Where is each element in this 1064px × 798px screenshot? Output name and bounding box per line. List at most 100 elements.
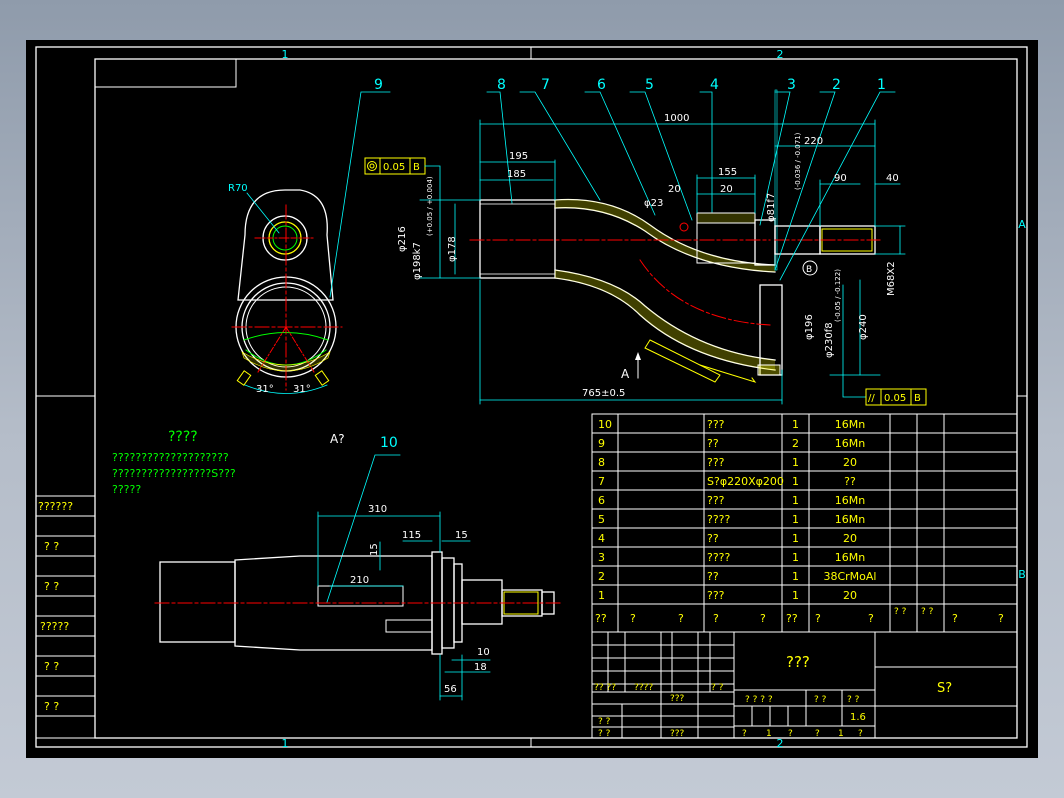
- svg-text:??: ??: [595, 612, 607, 625]
- dimension-text: φ81f7: [766, 193, 777, 222]
- bom-cell-no: 3: [598, 551, 605, 564]
- bom-header: ?? ? ? ? ? ?? ? ? ? ? ? ? ? ?: [595, 607, 1004, 625]
- bom-cell-no: 1: [598, 589, 605, 602]
- svg-text:?: ?: [630, 612, 636, 625]
- dimension-text: 1000: [664, 113, 689, 124]
- bom-cell-no: 8: [598, 456, 605, 469]
- dimension-text: 765±0.5: [582, 388, 625, 399]
- dimension-text: (+0.05 / +0.004): [426, 176, 434, 236]
- strip-cell: ? ?: [44, 660, 59, 673]
- dimension-text: φ216: [397, 226, 408, 252]
- svg-text:? ?: ? ?: [847, 695, 860, 705]
- bom-cell-material: 20: [843, 456, 857, 469]
- dimension-text: 310: [368, 504, 387, 515]
- strip-cell: ? ?: [44, 540, 59, 553]
- svg-text:?: ?: [858, 729, 863, 739]
- scale-value: 1.6: [850, 712, 866, 723]
- corner-box: [94, 58, 237, 88]
- bom-cell-material: 20: [843, 532, 857, 545]
- angle-dimension: 31°: [256, 384, 274, 395]
- cad-drawing-viewport[interactable]: 1 2 1 2 A B ?????? ? ? ? ? ????? ? ? ? ?: [26, 40, 1038, 758]
- dimension-text: 220: [804, 136, 823, 147]
- svg-text:?: ?: [998, 612, 1004, 625]
- svg-text:?: ?: [952, 612, 958, 625]
- svg-text:??: ??: [786, 612, 798, 625]
- bom-cell-no: 4: [598, 532, 605, 545]
- balloon-4: 4: [710, 77, 719, 93]
- svg-text:???: ???: [670, 729, 685, 739]
- svg-text:?: ?: [742, 729, 747, 739]
- svg-text:?: ?: [815, 729, 820, 739]
- dimension-text: φ240: [858, 314, 869, 340]
- zone-label: 2: [777, 48, 784, 61]
- main-section-view[interactable]: B A: [469, 89, 881, 383]
- svg-text:B: B: [413, 162, 420, 173]
- bom-cell-qty: 2: [792, 437, 799, 450]
- dimension-text: 185: [507, 169, 526, 180]
- zone-label: 1: [282, 48, 289, 61]
- dimension-text: 10: [477, 647, 490, 658]
- drawing-canvas[interactable]: 1 2 1 2 A B ?????? ? ? ? ? ????? ? ? ? ?: [26, 40, 1038, 758]
- svg-text:? ?: ? ?: [814, 695, 827, 705]
- bom-cell-name: ??: [707, 437, 719, 450]
- bom-cell-name: ??: [707, 570, 719, 583]
- strip-cell: ? ?: [44, 580, 59, 593]
- drawing-number: S?: [937, 681, 952, 696]
- balloon-2: 2: [832, 77, 841, 93]
- dimension-text: 90: [834, 173, 847, 184]
- dimension-text: 115: [402, 530, 421, 541]
- bom-cell-material: ??: [844, 475, 856, 488]
- balloon-10: 10: [380, 435, 398, 451]
- svg-text:? ?: ? ?: [894, 607, 907, 617]
- zone-label: 1: [282, 737, 289, 750]
- title-block: [591, 631, 1018, 739]
- end-view[interactable]: 31° 31° R70 9: [228, 77, 391, 395]
- bom-cell-name: ????: [707, 551, 731, 564]
- inner-frame: [94, 58, 1018, 739]
- dimension-text: 56: [444, 684, 457, 695]
- notes-title: ????: [168, 429, 198, 445]
- bom-cell-material: 16Mn: [835, 494, 865, 507]
- dimension-text: 20: [720, 184, 733, 195]
- svg-text:????: ????: [634, 683, 653, 693]
- bom-cell-material: 16Mn: [835, 513, 865, 526]
- bom-cell-name: ??: [707, 532, 719, 545]
- svg-text:0.05: 0.05: [383, 162, 405, 173]
- bom-cell-name: ???: [707, 418, 725, 431]
- dimension-text: 195: [509, 151, 528, 162]
- svg-text:?: ?: [678, 612, 684, 625]
- dimension-text: φ178: [447, 236, 458, 262]
- datum-marker: B: [806, 265, 812, 275]
- bom-cell-no: 7: [598, 475, 605, 488]
- svg-text:1: 1: [766, 729, 772, 739]
- strip-cell: ?????: [40, 620, 69, 633]
- dimension-text: φ198k7: [412, 242, 423, 280]
- svg-text:?? ??: ?? ??: [594, 683, 616, 693]
- balloon-5: 5: [645, 77, 654, 93]
- bom-cell-qty: 1: [792, 475, 799, 488]
- balloon-8: 8: [497, 77, 506, 93]
- dimension-text: 20: [668, 184, 681, 195]
- svg-text:???: ???: [670, 694, 685, 704]
- dimension-text: 155: [718, 167, 737, 178]
- radius-dimension: R70: [228, 183, 248, 194]
- strip-cell: ??????: [38, 500, 73, 513]
- note-line: ????????????????????: [112, 451, 229, 464]
- bom-cell-qty: 1: [792, 551, 799, 564]
- bom-cell-qty: 1: [792, 418, 799, 431]
- bom-cell-name: S?φ220Xφ200: [707, 475, 784, 488]
- svg-text:? ?: ? ?: [921, 607, 934, 617]
- bom-cell-qty: 1: [792, 456, 799, 469]
- svg-text:?: ?: [868, 612, 874, 625]
- bom-cell-material: 38CrMoAl: [823, 570, 876, 583]
- bom-cell-no: 6: [598, 494, 605, 507]
- view-arrow-label: A: [621, 367, 630, 381]
- dimension-text: 210: [350, 575, 369, 586]
- dimension-text: (-0.05 / -0.122): [834, 269, 842, 322]
- svg-text://: //: [868, 393, 875, 404]
- bom-cell-name: ???: [707, 456, 725, 469]
- balloon-6: 6: [597, 77, 606, 93]
- bom-cell-material: 16Mn: [835, 551, 865, 564]
- svg-text:? ? ? ?: ? ? ? ?: [745, 695, 773, 705]
- bom-cell-name: ????: [707, 513, 731, 526]
